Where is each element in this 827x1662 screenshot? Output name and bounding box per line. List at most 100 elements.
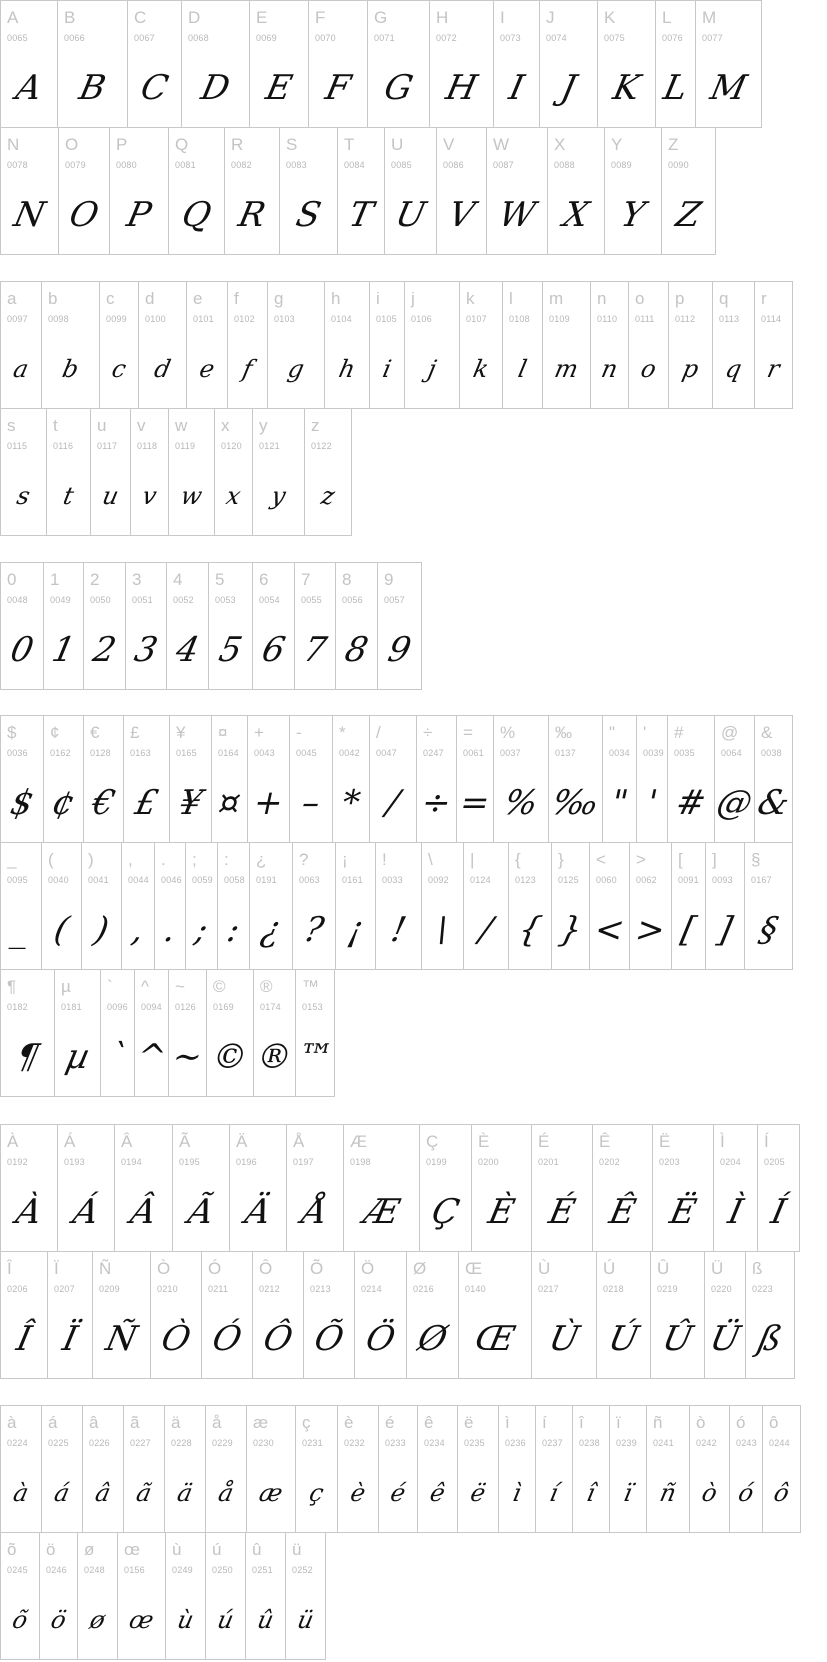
glyph-sample: § (755, 910, 782, 950)
char-label: Õ (310, 1259, 324, 1278)
char-label: g (274, 289, 284, 308)
glyph-sample: ß (754, 1319, 786, 1359)
char-code: 0231 (302, 1438, 323, 1448)
char-label: Ï (54, 1259, 59, 1278)
char-code: 0245 (7, 1565, 28, 1575)
glyph-sample: ô (771, 1479, 792, 1507)
char-code: 0200 (478, 1157, 499, 1167)
char-code: 0042 (339, 748, 360, 758)
char-code: 0118 (137, 441, 158, 451)
char-label: ! (382, 850, 387, 869)
char-label: 5 (215, 570, 225, 589)
char-label: Z (668, 135, 679, 154)
glyph-cell: u 0117 u (90, 408, 131, 536)
char-label: Ã (179, 1132, 191, 1151)
char-code: 0053 (215, 595, 236, 605)
char-code: 0048 (7, 595, 28, 605)
char-code: 0162 (50, 748, 71, 758)
char-label: æ (253, 1413, 269, 1432)
glyph-cell: ö 0246 ö (39, 1532, 78, 1660)
glyph-row: a 0097 a b 0098 b c 0099 c d 0100 d e 0101 e f 0102 f g 010… (0, 281, 793, 409)
char-code: 0126 (175, 1002, 196, 1012)
char-code: 0153 (302, 1002, 323, 1012)
glyph-cell: å 0229 å (205, 1405, 247, 1533)
char-code: 0103 (274, 314, 295, 324)
char-code: 0072 (436, 33, 457, 43)
char-label: ; (192, 850, 197, 869)
char-code: 0156 (124, 1565, 145, 1575)
glyph-cell: +0043 + (247, 715, 290, 843)
glyph-cell: 7 0055 7 (294, 562, 336, 690)
glyph-cell: ô 0244 ô (762, 1405, 801, 1533)
glyph-sample: r (764, 355, 783, 383)
char-code: 0202 (599, 1157, 620, 1167)
char-label: # (674, 723, 684, 742)
glyph-cell: ? 0063? (292, 842, 336, 970)
glyph-cell: S 0083 S (279, 127, 338, 255)
glyph-sample: À (12, 1192, 46, 1232)
char-code: 0109 (549, 314, 570, 324)
glyph-cell: e 0101 e (186, 281, 228, 409)
glyph-cell: Å 0197 Å (286, 1124, 344, 1252)
glyph-cell: D 0068 D (181, 0, 250, 128)
char-code: 0140 (465, 1284, 486, 1294)
char-code: 0095 (7, 875, 28, 885)
char-label: 6 (259, 570, 269, 589)
glyph-sample: Ø (414, 1319, 451, 1359)
char-label: q (719, 289, 729, 308)
char-label: y (259, 416, 268, 435)
char-label: Ô (259, 1259, 273, 1278)
char-code: 0212 (259, 1284, 280, 1294)
glyph-cell: û 0251 û (245, 1532, 286, 1660)
char-code: 0071 (374, 33, 395, 43)
glyph-sample: F (321, 68, 355, 108)
char-code: 0252 (292, 1565, 313, 1575)
char-label: £ (130, 723, 140, 742)
char-code: 0236 (505, 1438, 526, 1448)
char-label: 0 (7, 570, 17, 589)
glyph-row: $0036 $ ¢ 0162 ¢ €0128 € £0163 £ ¥0165 ¥ ¤ 0164 ¤ +004… (0, 715, 793, 843)
char-code: 0065 (7, 33, 28, 43)
char-code: 0075 (604, 33, 625, 43)
glyph-cell: Ã 0195 Ã (172, 1124, 230, 1252)
glyph-sample: W (495, 195, 539, 235)
char-label: 1 (50, 570, 60, 589)
char-label: É (538, 1132, 550, 1151)
glyph-cell: ì 0236 ì (498, 1405, 536, 1533)
glyph-cell: 5 0053 5 (208, 562, 253, 690)
glyph-cell: ¶ 0182 ¶ (0, 969, 55, 1097)
glyph-cell: ¡ 0161 ¡ (335, 842, 376, 970)
char-code: 0201 (538, 1157, 559, 1167)
char-label: Ç (426, 1132, 439, 1151)
char-code: 0106 (411, 314, 432, 324)
char-code: 0218 (603, 1284, 624, 1294)
glyph-cell: L 0076 L (655, 0, 696, 128)
char-code: 0112 (675, 314, 696, 324)
char-code: 0093 (712, 875, 733, 885)
char-code: 0055 (301, 595, 322, 605)
char-label: % (500, 723, 516, 742)
glyph-cell: V 0086 V (436, 127, 487, 255)
char-code: 0119 (175, 441, 196, 451)
glyph-sample: D (197, 68, 234, 108)
char-code: 0078 (7, 160, 28, 170)
char-code: 0122 (311, 441, 332, 451)
glyph-cell: | 0124/ (463, 842, 509, 970)
glyph-cell: É 0201 É (531, 1124, 593, 1252)
char-code: 0165 (176, 748, 197, 758)
char-code: 0206 (7, 1284, 28, 1294)
char-code: 0064 (721, 748, 742, 758)
char-label: € (90, 723, 100, 742)
char-label: w (175, 416, 188, 435)
char-label: ò (696, 1413, 706, 1432)
char-code: 0191 (256, 875, 277, 885)
char-label: ~ (175, 977, 185, 996)
char-code: 0199 (426, 1157, 447, 1167)
char-label: n (597, 289, 607, 308)
glyph-row: À 0192 À Á 0193 Á Â 0194 Â Ã 0195 Ã Ä 0196 Ä Å 0197 Å Æ 019… (0, 1124, 800, 1252)
char-label: V (443, 135, 455, 154)
char-label: ß (752, 1259, 763, 1278)
glyph-cell: €0128 € (83, 715, 124, 843)
char-label: [ (678, 850, 683, 869)
char-label: E (256, 8, 268, 27)
